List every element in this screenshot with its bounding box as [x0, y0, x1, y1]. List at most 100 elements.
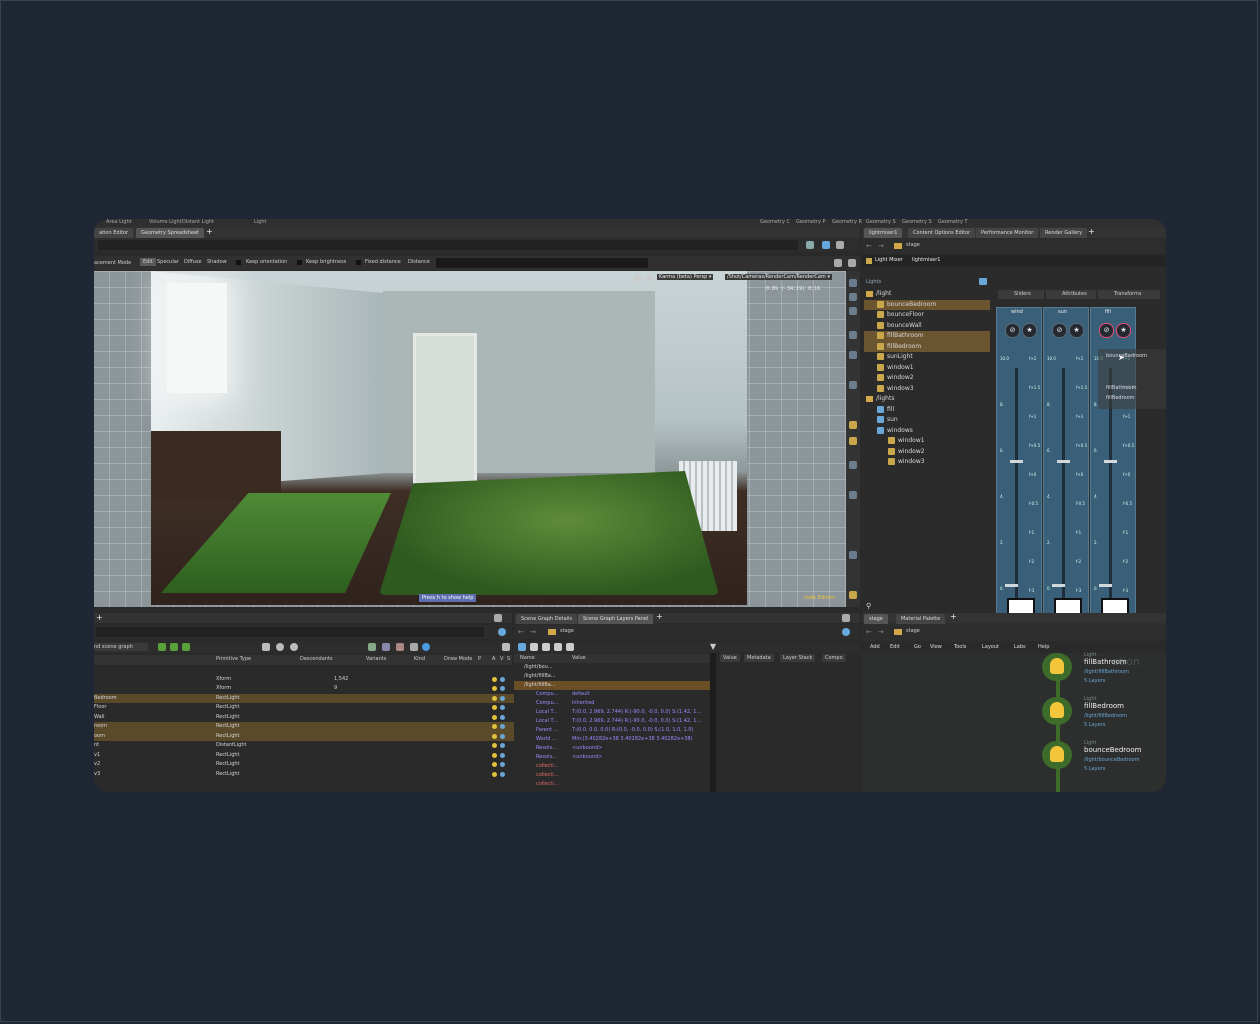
light-tree-item[interactable]: sunLight	[864, 352, 990, 363]
intensity-slider[interactable]	[1015, 368, 1018, 598]
add-tab-icon[interactable]: +	[950, 612, 957, 621]
shelf-tool[interactable]: Geometry P	[796, 219, 826, 225]
column-header[interactable]: A	[492, 656, 495, 662]
tab-sliders[interactable]: Sliders	[998, 290, 1044, 299]
tool-icon[interactable]	[518, 643, 526, 651]
menu-item[interactable]: Tools	[954, 644, 966, 650]
shelf-tool[interactable]: Volume Light	[149, 219, 182, 225]
search-icon[interactable]: ⚲	[866, 602, 871, 610]
power-icon[interactable]	[492, 743, 497, 748]
property-row[interactable]: /light/fillBa...	[514, 681, 710, 690]
menu-item[interactable]: View	[930, 644, 942, 650]
column-header[interactable]: Variants	[366, 656, 386, 662]
info-icon[interactable]	[422, 643, 430, 651]
shelf-tool[interactable]: Geometry C	[760, 219, 790, 225]
light-tree-item[interactable]: /light	[864, 289, 990, 300]
tab-material-palette[interactable]: Material Palette	[896, 614, 946, 624]
menu-item[interactable]: Help	[1038, 644, 1049, 650]
light-tree-item[interactable]: window2	[864, 373, 990, 384]
tab-transforms[interactable]: Transforms	[1098, 290, 1160, 299]
light-tree-item[interactable]: window2	[864, 447, 990, 458]
property-row[interactable]: Local T... T:(0.0, 2.969, 2.744) R:(-90.0…	[514, 717, 710, 726]
light-tree-item[interactable]: fillBathroom	[864, 331, 990, 342]
add-tab-icon[interactable]: +	[206, 227, 213, 236]
slider-handle[interactable]	[1104, 460, 1117, 463]
column-header[interactable]: Draw Mode	[444, 656, 472, 662]
network-path[interactable]: stage	[906, 628, 920, 634]
property-row[interactable]: Resolv... <unbound>	[514, 753, 710, 762]
camera-menu[interactable]: /Shot/Cameras/RenderCam/RenderCam ▾	[725, 274, 832, 280]
shadow-button[interactable]: Shadow	[207, 259, 227, 265]
visibility-icon[interactable]	[500, 752, 505, 758]
back-icon[interactable]: ←	[866, 242, 872, 250]
property-row[interactable]: Compu... default	[514, 690, 710, 699]
menu-item[interactable]: Layout	[982, 644, 999, 650]
table-row[interactable]: v3 RectLight	[94, 770, 514, 780]
shelf-tool[interactable]: Area Light	[106, 219, 132, 225]
slider-handle[interactable]	[1057, 460, 1070, 463]
add-light-icon[interactable]	[979, 278, 987, 285]
visibility-icon[interactable]	[500, 771, 505, 777]
tab-content-options-editor[interactable]: Content Options Editor	[908, 228, 976, 238]
tool-icon[interactable]	[849, 351, 857, 359]
light-tree-item[interactable]: window1	[864, 363, 990, 374]
column-header[interactable]: Descendants	[300, 656, 333, 662]
power-icon[interactable]	[492, 714, 497, 720]
property-row[interactable]: /light/fillBa...	[514, 672, 710, 681]
menu-item[interactable]: Go	[914, 644, 921, 650]
info-icon[interactable]	[276, 643, 284, 651]
table-row[interactable]	[94, 665, 514, 675]
forward-icon[interactable]: →	[878, 628, 884, 636]
light-tree-item[interactable]: bounceFloor	[864, 310, 990, 321]
light-tree-item[interactable]: /lights	[864, 394, 990, 405]
property-row[interactable]: collecti...	[514, 762, 710, 771]
mixer-node-name[interactable]: lightmixer1	[912, 257, 940, 263]
exposure-handle[interactable]	[1099, 584, 1112, 587]
strip-name[interactable]: fill	[1105, 309, 1111, 315]
tool-icon[interactable]	[849, 279, 857, 287]
power-icon[interactable]	[492, 762, 497, 767]
light-tree-item[interactable]: window3	[864, 457, 990, 468]
scene-graph-path[interactable]: stage	[560, 628, 574, 634]
tool-icon[interactable]	[849, 307, 857, 315]
column-header[interactable]: V	[500, 656, 503, 662]
table-row[interactable]: Floor RectLight	[94, 703, 514, 713]
light-node[interactable]: Light fillBedroom/light/fillBedroom 5 Laye…	[1042, 696, 1162, 737]
mixer-path[interactable]: stage	[906, 242, 920, 248]
tool-icon[interactable]	[849, 551, 857, 559]
power-icon[interactable]	[492, 752, 497, 758]
tool-icon[interactable]	[849, 491, 857, 499]
column-header[interactable]: Primitive Type	[216, 656, 251, 662]
path-field[interactable]	[96, 627, 484, 637]
menu-item[interactable]: Add	[870, 644, 880, 650]
exposure-handle[interactable]	[1005, 584, 1018, 587]
table-row[interactable]: nt DistantLight	[94, 741, 514, 751]
light-tool-icon[interactable]	[849, 421, 857, 429]
column-header[interactable]: Kind	[414, 656, 425, 662]
light-tree-item[interactable]: bounceWall	[864, 321, 990, 332]
light-tool-icon[interactable]	[849, 437, 857, 445]
filter-icon[interactable]: ▼	[710, 642, 716, 651]
light-tree-item[interactable]: windows	[864, 426, 990, 437]
list-icon[interactable]	[530, 643, 538, 651]
add-tab-icon[interactable]: +	[96, 613, 103, 622]
tab-render-gallery[interactable]: Render Gallery	[1040, 228, 1088, 238]
mute-button[interactable]: ⊘	[1099, 323, 1114, 338]
property-row[interactable]: collecti...	[514, 771, 710, 780]
power-icon[interactable]	[492, 705, 497, 710]
add-tab-icon[interactable]: +	[656, 612, 663, 621]
layout-icon[interactable]	[494, 614, 502, 622]
tab-geometry-spreadsheet[interactable]: Geometry Spreadsheet	[136, 228, 205, 238]
lock-icon[interactable]	[646, 275, 653, 282]
table-row[interactable]: room RectLight	[94, 722, 514, 732]
intensity-slider[interactable]	[1062, 368, 1065, 598]
scene-graph-filter[interactable]: nd scene graph	[94, 643, 148, 651]
columns-icon[interactable]	[542, 643, 550, 651]
solo-button[interactable]: ★	[1116, 323, 1131, 338]
menu-item[interactable]: Edit	[890, 644, 900, 650]
exposure-handle[interactable]	[1052, 584, 1065, 587]
visibility-icon[interactable]	[500, 724, 505, 729]
visibility-icon[interactable]	[500, 714, 505, 720]
tab-stage[interactable]: stage	[864, 614, 888, 624]
solo-button[interactable]: ★	[1069, 323, 1084, 338]
